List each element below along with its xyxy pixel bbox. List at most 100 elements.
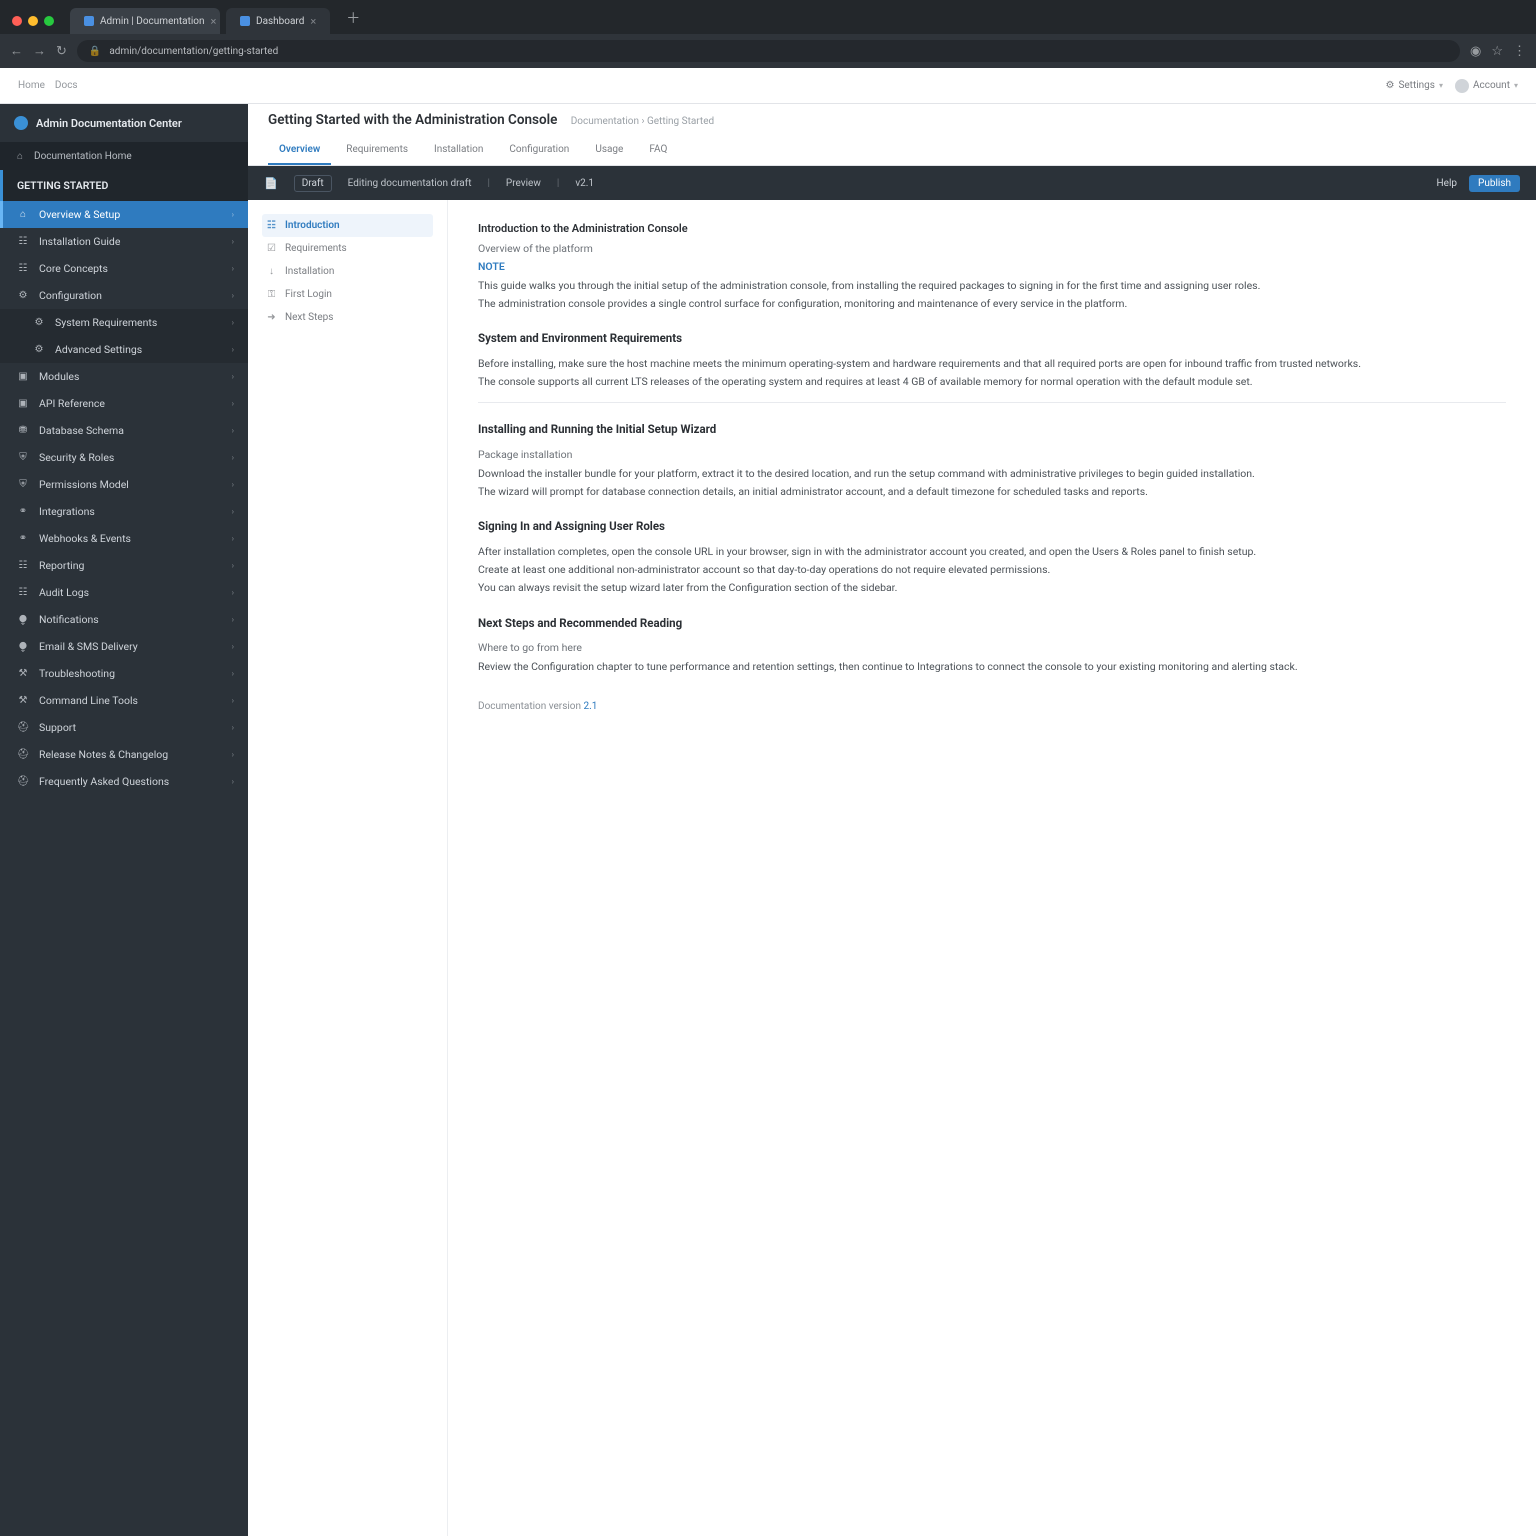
note-label: NOTE xyxy=(478,260,505,273)
sidebar-item-13[interactable]: ☷Reporting› xyxy=(0,552,248,579)
toc-item-4[interactable]: ➜Next Steps xyxy=(262,306,433,329)
document-icon: 📄 xyxy=(264,177,278,190)
browser-toolbar: ← → ↻ 🔒 admin/documentation/getting-star… xyxy=(0,34,1536,68)
sidebar-item-9[interactable]: ⛨Security & Roles› xyxy=(0,444,248,471)
sidebar-item-1[interactable]: ☷Installation Guide› xyxy=(0,228,248,255)
sidebar-item-label: Permissions Model xyxy=(39,478,129,491)
article-paragraph: The wizard will prompt for database conn… xyxy=(478,484,1506,500)
sidebar-item-21[interactable]: ⛑Frequently Asked Questions› xyxy=(0,768,248,795)
toc-item-label: First Login xyxy=(285,289,332,300)
main-tab-requirements[interactable]: Requirements xyxy=(335,136,419,165)
account-menu[interactable]: Account ▾ xyxy=(1455,79,1518,93)
toc-item-0[interactable]: ☷Introduction xyxy=(262,214,433,237)
main-tab-overview[interactable]: Overview xyxy=(268,136,331,165)
help-link[interactable]: Help xyxy=(1437,178,1457,189)
footer-version: 2.1 xyxy=(584,701,598,712)
article-sub: Package installation xyxy=(478,447,1506,463)
main-tab-configuration[interactable]: Configuration xyxy=(498,136,580,165)
main-tab-usage[interactable]: Usage xyxy=(584,136,634,165)
sidebar-item-10[interactable]: ⛨Permissions Model› xyxy=(0,471,248,498)
minimize-window-icon[interactable] xyxy=(28,16,38,26)
chevron-right-icon: › xyxy=(232,345,234,354)
back-icon[interactable]: ← xyxy=(10,43,23,59)
page-breadcrumb: Documentation › Getting Started xyxy=(571,116,714,127)
maximize-window-icon[interactable] xyxy=(44,16,54,26)
sidebar-item-label: Core Concepts xyxy=(39,262,108,275)
sidebar-item-20[interactable]: ⛑Release Notes & Changelog› xyxy=(0,741,248,768)
shield-icon: ⛨ xyxy=(17,479,29,491)
sidebar-item-label: Reporting xyxy=(39,559,84,572)
sidebar-item-label: Integrations xyxy=(39,505,95,518)
toolbar-mode-draft[interactable]: Draft xyxy=(294,175,332,192)
account-label: Account xyxy=(1473,80,1510,91)
sidebar-item-3[interactable]: ⚙Configuration› xyxy=(0,282,248,309)
chevron-right-icon: › xyxy=(232,453,234,462)
table-of-contents: ☷Introduction☑Requirements↓Installation⚿… xyxy=(248,200,448,1536)
sidebar-item-8[interactable]: ⛃Database Schema› xyxy=(0,417,248,444)
article-lead: Introduction to the Administration Conso… xyxy=(478,220,1506,237)
sidebar-item-14[interactable]: ☷Audit Logs› xyxy=(0,579,248,606)
close-tab-icon[interactable]: × xyxy=(310,15,316,28)
article-sub: Where to go from here xyxy=(478,640,1506,656)
forward-icon[interactable]: → xyxy=(33,43,46,59)
sidebar-item-15[interactable]: ⧭Notifications› xyxy=(0,606,248,633)
close-window-icon[interactable] xyxy=(12,16,22,26)
chevron-right-icon: › xyxy=(232,264,234,273)
article-paragraph: Before installing, make sure the host ma… xyxy=(478,356,1506,372)
address-bar[interactable]: 🔒 admin/documentation/getting-started xyxy=(77,40,1460,62)
window-controls xyxy=(8,16,64,34)
sidebar-item-2[interactable]: ☷ Core Concepts › xyxy=(0,255,248,282)
sidebar-item-label: Support xyxy=(39,721,76,734)
divider xyxy=(478,402,1506,403)
gear-icon: ⚙ xyxy=(33,344,45,356)
sidebar-item-11[interactable]: ⚭Integrations› xyxy=(0,498,248,525)
module-icon: ▣ xyxy=(17,371,29,383)
sidebar-item-label: System Requirements xyxy=(55,316,157,329)
sidebar-item-12[interactable]: ⚭Webhooks & Events› xyxy=(0,525,248,552)
browser-tab-strip: Admin | Documentation × Dashboard × ＋ xyxy=(0,0,1536,34)
breadcrumb-docs[interactable]: Docs xyxy=(55,80,78,91)
footer-label: Documentation version xyxy=(478,701,581,712)
home-icon: ⌂ xyxy=(14,150,26,162)
sidebar-item-5[interactable]: ⚙ Advanced Settings › xyxy=(0,336,248,363)
sidebar-item-4[interactable]: ⚙System Requirements› xyxy=(0,309,248,336)
main-tabs: OverviewRequirementsInstallationConfigur… xyxy=(268,136,1516,165)
toc-item-3[interactable]: ⚿First Login xyxy=(262,283,433,306)
chevron-right-icon: › xyxy=(232,696,234,705)
sidebar-item-18[interactable]: ⚒Command Line Tools› xyxy=(0,687,248,714)
sidebar-item-6[interactable]: ▣Modules› xyxy=(0,363,248,390)
doc-icon: ☷ xyxy=(17,263,29,275)
breadcrumb-home[interactable]: Home xyxy=(18,80,45,91)
toc-item-1[interactable]: ☑Requirements xyxy=(262,237,433,260)
settings-menu[interactable]: ⚙ Settings ▾ xyxy=(1385,80,1443,91)
publish-button[interactable]: Publish xyxy=(1469,175,1520,192)
sidebar-brand[interactable]: Admin Documentation Center xyxy=(0,104,248,142)
life-icon: ⛑ xyxy=(17,776,29,788)
sidebar-item-17[interactable]: ⚒Troubleshooting› xyxy=(0,660,248,687)
article-paragraph: The administration console provides a si… xyxy=(478,296,1506,312)
sidebar-item-label: Advanced Settings xyxy=(55,343,142,356)
extensions-icon[interactable]: ◉ xyxy=(1470,44,1481,59)
sidebar-item-0[interactable]: ⌂Overview & Setup› xyxy=(0,201,248,228)
sidebar-item-19[interactable]: ⛑Support› xyxy=(0,714,248,741)
main-tab-installation[interactable]: Installation xyxy=(423,136,494,165)
article-paragraph: The console supports all current LTS rel… xyxy=(478,374,1506,390)
sidebar-item-label: Audit Logs xyxy=(39,586,89,599)
gear-icon: ⚙ xyxy=(17,290,29,302)
browser-tab-2[interactable]: Dashboard × xyxy=(226,8,330,34)
reload-icon[interactable]: ↻ xyxy=(56,44,67,59)
sidebar-item-16[interactable]: ⧭Email & SMS Delivery› xyxy=(0,633,248,660)
chevron-right-icon: › xyxy=(232,399,234,408)
bookmark-icon[interactable]: ☆ xyxy=(1491,44,1503,59)
toolbar-mode-preview[interactable]: Preview xyxy=(506,178,541,189)
main-tab-faq[interactable]: FAQ xyxy=(638,136,678,165)
sidebar-item-label: Modules xyxy=(39,370,79,383)
browser-tab-1[interactable]: Admin | Documentation × xyxy=(70,8,220,34)
sidebar-home[interactable]: ⌂ Documentation Home xyxy=(0,142,248,170)
menu-icon[interactable]: ⋮ xyxy=(1513,44,1526,59)
close-tab-icon[interactable]: × xyxy=(211,15,217,28)
toc-icon: ☷ xyxy=(266,220,277,231)
toc-item-2[interactable]: ↓Installation xyxy=(262,260,433,283)
new-tab-button[interactable]: ＋ xyxy=(336,2,370,34)
sidebar-item-7[interactable]: ▣API Reference› xyxy=(0,390,248,417)
